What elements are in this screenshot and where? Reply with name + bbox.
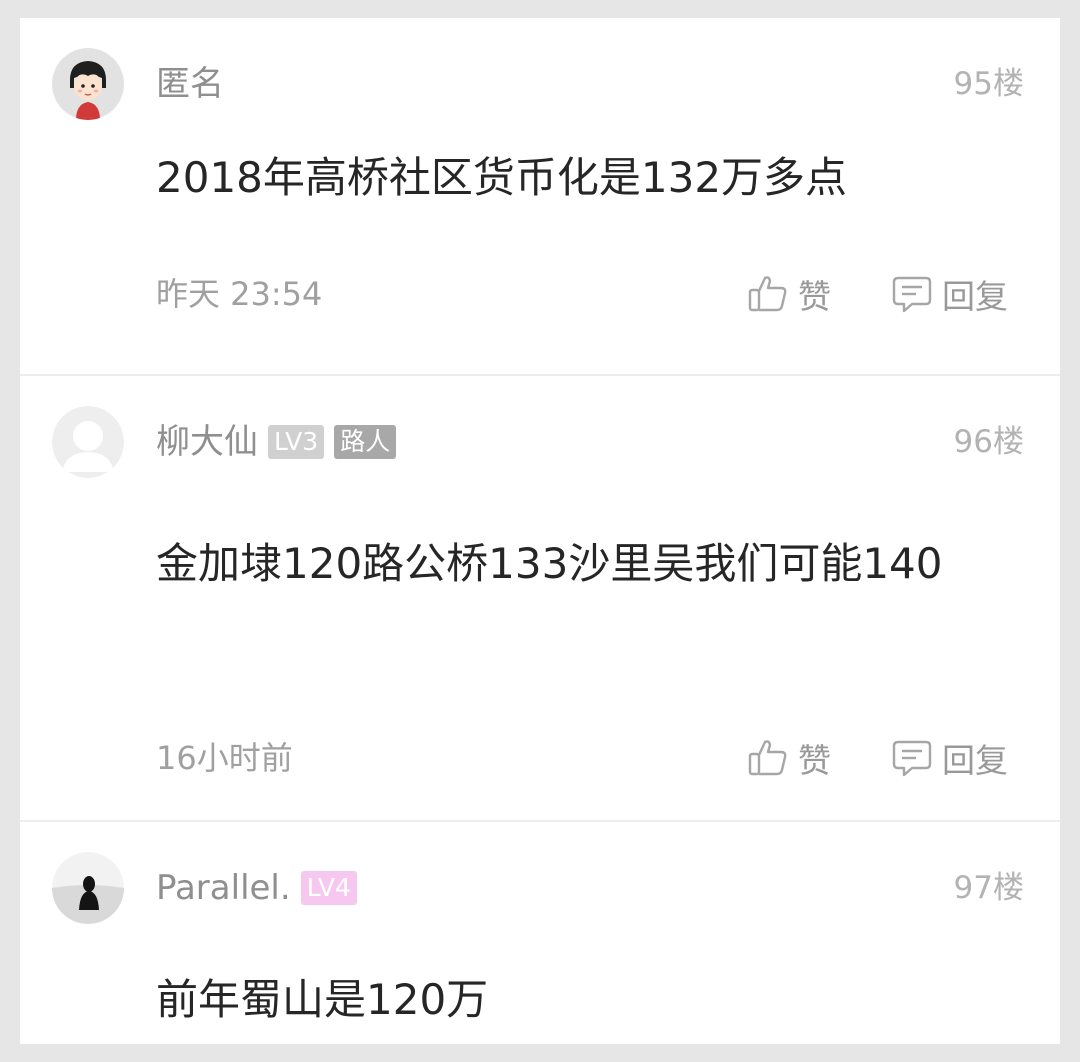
comment-bubble-icon [892, 740, 932, 777]
username[interactable]: 柳大仙 [156, 418, 258, 466]
level-badge: LV3 [268, 425, 325, 459]
avatar[interactable] [52, 852, 124, 924]
comment-item-97: Parallel. LV4 97楼 前年蜀山是120万 [20, 822, 1060, 1044]
avatar[interactable] [52, 406, 124, 478]
username-row: 匿名 [156, 60, 224, 108]
reply-label: 回复 [942, 741, 1008, 780]
comment-item-95: 匿名 95楼 2018年高桥社区货币化是132万多点 昨天 23:54 赞 回复 [20, 18, 1060, 374]
comment-item-96: 柳大仙 LV3 路人 96楼 金加埭120路公桥133沙里吴我们可能140 16… [20, 376, 1060, 820]
comment-text: 金加埭120路公桥133沙里吴我们可能140 [156, 539, 943, 588]
thumbs-up-icon [748, 740, 787, 776]
thumbs-up-icon [748, 276, 787, 312]
reply-button[interactable]: 回复 [890, 734, 1008, 782]
comment-text: 2018年高桥社区货币化是132万多点 [156, 153, 848, 202]
level-badge: LV4 [300, 871, 357, 905]
avatar[interactable] [52, 48, 124, 120]
comment-time: 昨天 23:54 [156, 275, 323, 313]
cartoon-girl-avatar-icon [52, 48, 124, 120]
silhouette-photo-avatar-icon [52, 852, 124, 924]
role-badge: 路人 [334, 425, 397, 459]
like-button[interactable]: 赞 [746, 734, 831, 782]
comment-list: 匿名 95楼 2018年高桥社区货币化是132万多点 昨天 23:54 赞 回复 [20, 18, 1060, 1044]
comment-time: 16小时前 [156, 739, 293, 777]
floor-number: 97楼 [953, 870, 1024, 906]
username-row: 柳大仙 LV3 路人 [156, 418, 397, 466]
comment-text: 前年蜀山是120万 [156, 975, 489, 1024]
username-row: Parallel. LV4 [156, 864, 357, 912]
username[interactable]: 匿名 [156, 60, 224, 108]
reply-label: 回复 [942, 277, 1008, 316]
floor-number: 96楼 [953, 424, 1024, 460]
like-label: 赞 [798, 741, 831, 780]
like-button[interactable]: 赞 [746, 270, 831, 318]
like-label: 赞 [798, 277, 831, 316]
floor-number: 95楼 [953, 66, 1024, 102]
comment-bubble-icon [892, 276, 932, 313]
username[interactable]: Parallel. [156, 864, 291, 912]
reply-button[interactable]: 回复 [890, 270, 1008, 318]
default-user-avatar-icon [52, 406, 124, 478]
